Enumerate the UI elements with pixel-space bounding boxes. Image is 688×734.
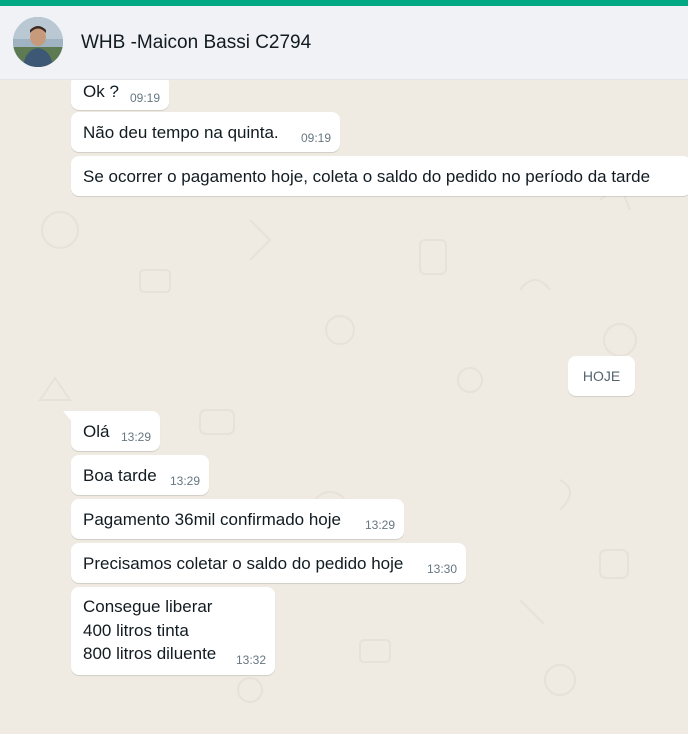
avatar-photo-icon bbox=[13, 17, 63, 67]
chat-header[interactable]: WHB -Maicon Bassi C2794 bbox=[0, 6, 688, 80]
message-text: Boa tarde bbox=[83, 466, 157, 485]
message-list[interactable]: Ok ? 09:19 Não deu tempo na quinta. 09:1… bbox=[0, 80, 688, 734]
message-text: Olá bbox=[83, 422, 110, 441]
message-bubble[interactable]: Ok ? 09:19 bbox=[71, 80, 169, 110]
message-time: 13:29 bbox=[120, 430, 151, 444]
message-bubble[interactable]: Não deu tempo na quinta. 09:19 bbox=[71, 112, 340, 152]
message-time: 13:30 bbox=[426, 562, 457, 576]
message-text: Se ocorrer o pagamento hoje, coleta o sa… bbox=[83, 167, 651, 186]
message-bubble[interactable]: Pagamento 36mil confirmado hoje 13:29 bbox=[71, 499, 404, 539]
message-time: 13:32 bbox=[235, 653, 266, 667]
message-bubble[interactable]: Olá 13:29 bbox=[63, 411, 160, 451]
bubble-tail bbox=[63, 411, 73, 423]
message-text: Pagamento 36mil confirmado hoje bbox=[83, 510, 341, 529]
message-bubble[interactable]: Se ocorrer o pagamento hoje, coleta o sa… bbox=[71, 156, 688, 196]
message-bubble[interactable]: Boa tarde 13:29 bbox=[71, 455, 209, 495]
day-separator: HOJE bbox=[568, 356, 635, 396]
message-text: Precisamos coletar o saldo do pedido hoj… bbox=[83, 554, 404, 573]
message-time: 09:19 bbox=[300, 131, 331, 145]
message-time: 13:29 bbox=[169, 474, 200, 488]
contact-name[interactable]: WHB -Maicon Bassi C2794 bbox=[81, 32, 311, 54]
message-bubble[interactable]: Precisamos coletar o saldo do pedido hoj… bbox=[71, 543, 466, 583]
message-bubble[interactable]: Consegue liberar 400 litros tinta 800 li… bbox=[71, 587, 275, 675]
message-time: 13:29 bbox=[364, 518, 395, 532]
message-text: Ok ? bbox=[83, 82, 119, 101]
message-text: Consegue liberar 400 litros tinta 800 li… bbox=[83, 597, 217, 663]
message-time: 09:19 bbox=[129, 91, 160, 105]
contact-avatar[interactable] bbox=[13, 17, 63, 67]
message-text: Não deu tempo na quinta. bbox=[83, 123, 279, 142]
